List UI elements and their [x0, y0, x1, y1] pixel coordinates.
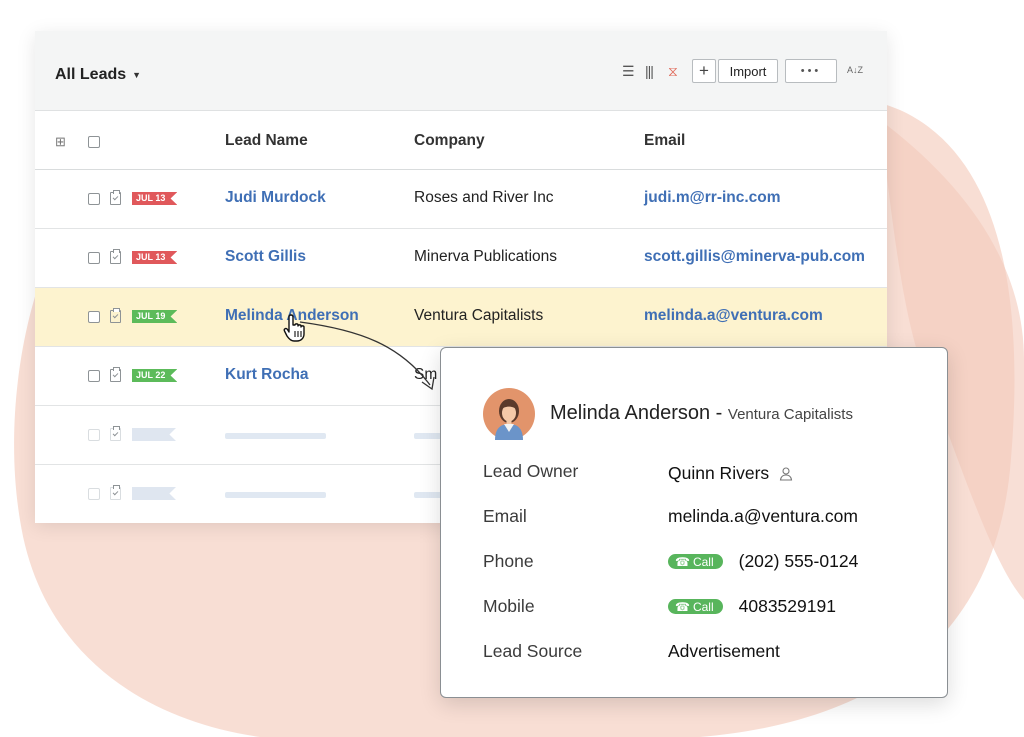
column-email[interactable]: Email: [644, 132, 685, 150]
column-company[interactable]: Company: [414, 132, 485, 150]
email-link[interactable]: judi.m@rr-inc.com: [644, 189, 781, 207]
lead-owner-value: Quinn Rivers: [668, 463, 795, 484]
lead-preview-card: Melinda Anderson - Ventura Capitalists L…: [440, 347, 948, 698]
more-options-button[interactable]: •••: [785, 59, 837, 83]
task-icon[interactable]: [110, 190, 121, 205]
mobile-value: ☎ Call 4083529191: [668, 596, 836, 617]
email-link[interactable]: scott.gillis@minerva-pub.com: [644, 248, 865, 266]
task-icon[interactable]: [110, 249, 121, 264]
hand-cursor-icon: [283, 314, 305, 342]
task-icon: [110, 485, 121, 500]
call-label: Call: [692, 554, 714, 569]
placeholder-bar: [225, 492, 326, 498]
phone-icon: ☎: [675, 599, 690, 614]
view-title: All Leads: [55, 66, 127, 83]
mobile-label: Mobile: [483, 596, 535, 616]
task-icon: [110, 426, 121, 441]
row-checkbox[interactable]: [88, 252, 100, 264]
toolbar: All Leads ▼ ☰ ||| ⧖ + Import ••• A↓Z: [35, 31, 887, 111]
row-checkbox[interactable]: [88, 193, 100, 205]
email-link[interactable]: melinda.a@ventura.com: [644, 307, 823, 325]
lead-source-value: Advertisement: [668, 641, 780, 662]
email-label: Email: [483, 506, 527, 526]
due-date-tag: JUL 13: [132, 192, 178, 205]
due-date-tag: JUL 13: [132, 251, 178, 264]
phone-value: ☎ Call (202) 555-0124: [668, 551, 858, 572]
import-button[interactable]: Import: [718, 59, 778, 83]
column-settings-icon[interactable]: ⊞: [55, 134, 66, 150]
row-checkbox[interactable]: [88, 370, 100, 382]
card-lead-name: Melinda Anderson: [550, 402, 711, 424]
plus-icon: +: [699, 61, 709, 80]
due-date-tag: JUL 19: [132, 310, 178, 323]
task-icon[interactable]: [110, 308, 121, 323]
lead-name-link[interactable]: Kurt Rocha: [225, 366, 309, 384]
column-lead-name[interactable]: Lead Name: [225, 132, 308, 150]
email-text: melinda.a@ventura.com: [668, 506, 858, 526]
table-row[interactable]: JUL 13 Judi Murdock Roses and River Inc …: [35, 170, 887, 229]
ellipsis-icon: •••: [800, 65, 822, 77]
list-view-icon[interactable]: ☰: [622, 63, 635, 80]
caret-down-icon: ▼: [132, 70, 142, 80]
lead-name-link[interactable]: Scott Gillis: [225, 248, 306, 266]
lead-source-text: Advertisement: [668, 641, 780, 661]
call-label: Call: [692, 599, 714, 614]
avatar: [483, 388, 535, 440]
lead-source-label: Lead Source: [483, 641, 583, 661]
row-checkbox: [88, 429, 100, 441]
row-checkbox[interactable]: [88, 311, 100, 323]
task-icon[interactable]: [110, 367, 121, 382]
card-company: Ventura Capitalists: [727, 406, 853, 423]
user-icon[interactable]: [779, 466, 795, 482]
placeholder-tag: [132, 487, 176, 500]
company-cell: Minerva Publications: [414, 248, 558, 265]
company-cell: Ventura Capitalists: [414, 307, 544, 324]
call-mobile-button[interactable]: ☎ Call: [668, 599, 723, 614]
lead-owner-label: Lead Owner: [483, 461, 579, 481]
table-row[interactable]: JUL 13 Scott Gillis Minerva Publications…: [35, 229, 887, 288]
placeholder-tag: [132, 428, 176, 441]
company-cell: Roses and River Inc: [414, 189, 554, 206]
email-value[interactable]: melinda.a@ventura.com: [668, 506, 858, 527]
filter-icon[interactable]: ⧖: [668, 63, 678, 80]
view-selector[interactable]: All Leads ▼: [55, 66, 141, 84]
table-row-highlighted[interactable]: JUL 19 Melinda Anderson Ventura Capitali…: [35, 288, 887, 347]
due-date-tag: JUL 22: [132, 369, 178, 382]
sort-icon[interactable]: A↓Z: [847, 65, 863, 75]
phone-label: Phone: [483, 551, 534, 571]
table-header: ⊞ Lead Name Company Email: [35, 111, 887, 170]
phone-icon: ☎: [675, 554, 690, 569]
call-phone-button[interactable]: ☎ Call: [668, 554, 723, 569]
lead-name-link[interactable]: Judi Murdock: [225, 189, 326, 207]
company-cell: Sm: [414, 366, 438, 383]
mobile-number: 4083529191: [738, 596, 836, 616]
placeholder-bar: [225, 433, 326, 439]
phone-number: (202) 555-0124: [738, 551, 859, 571]
card-separator: -: [710, 402, 728, 424]
row-checkbox: [88, 488, 100, 500]
add-button[interactable]: +: [692, 59, 716, 83]
lead-owner-text: Quinn Rivers: [668, 463, 770, 483]
kanban-view-icon[interactable]: |||: [645, 63, 654, 79]
import-label: Import: [729, 63, 767, 79]
select-all-checkbox[interactable]: [88, 136, 100, 148]
card-title: Melinda Anderson - Ventura Capitalists: [550, 402, 853, 425]
